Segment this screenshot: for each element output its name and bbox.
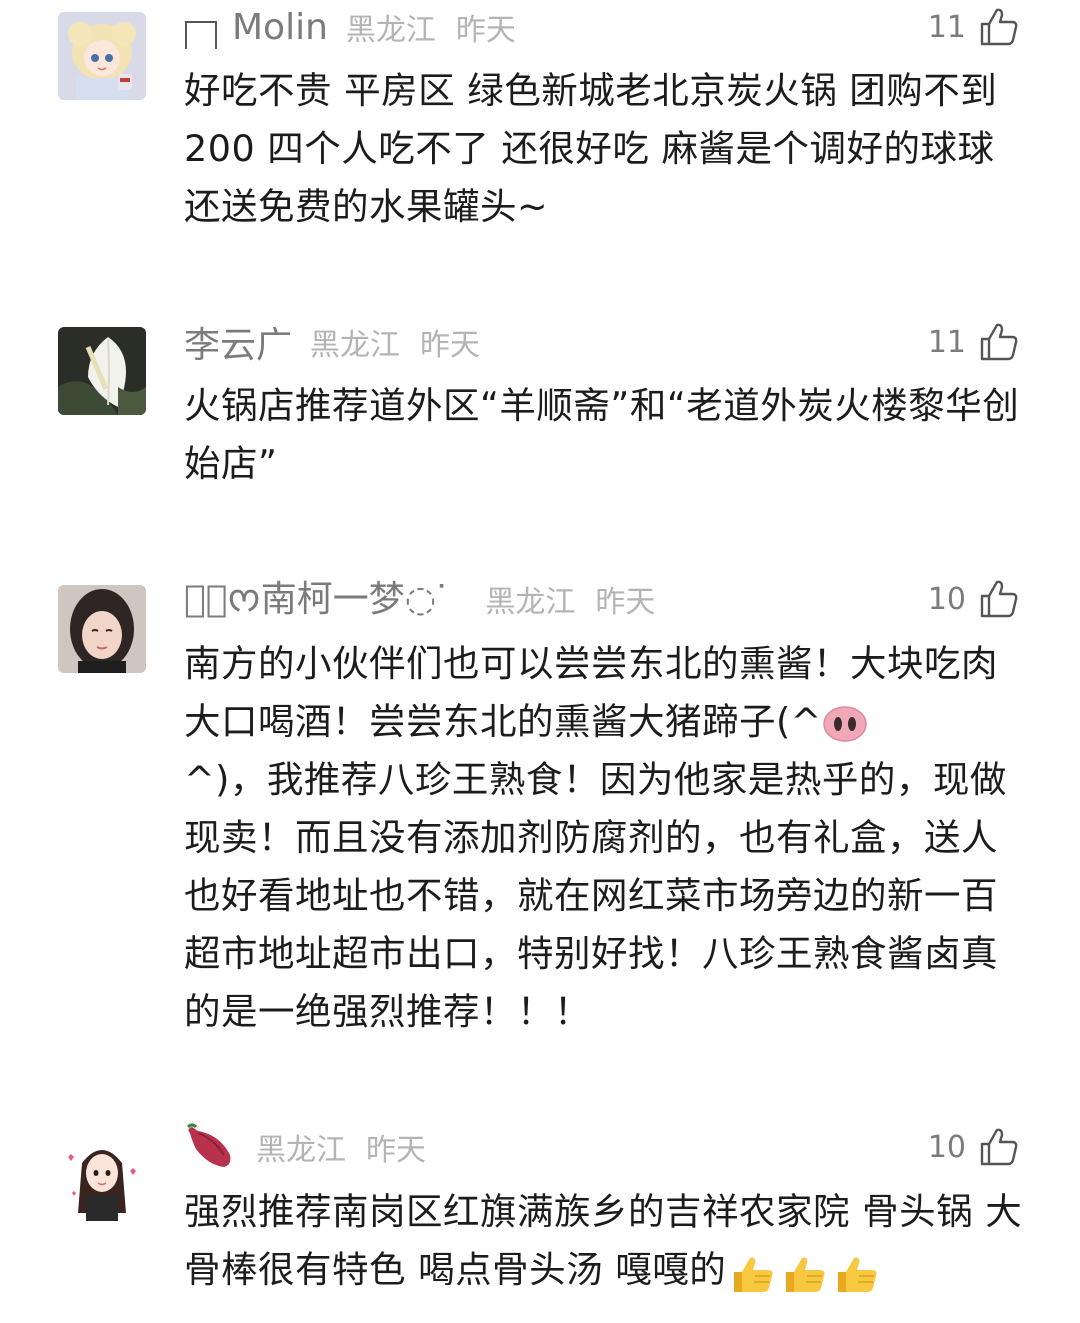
like-button[interactable]: 10 [928, 574, 1020, 624]
like-count: 11 [927, 324, 966, 360]
location-label: 黑龙江 [345, 13, 436, 48]
thumbs-up-icon[interactable] [978, 1126, 1020, 1168]
avatar[interactable] [58, 12, 146, 100]
corner-bracket-icon [184, 20, 218, 50]
timestamp: 昨天 [455, 13, 516, 48]
comment-text-part: ^)，我推荐八珍王熟食！因为他家是热乎的，现做现卖！而且没有添加剂防腐剂的，也有… [184, 758, 1007, 1033]
location-label: 黑龙江 [256, 1133, 346, 1168]
comment-text: 火锅店推荐道外区“羊顺斋”和“老道外炭火楼黎华创始店” [184, 384, 1020, 485]
avatar[interactable] [58, 327, 146, 415]
avatar-woman-photo-image [58, 585, 146, 673]
avatar-white-flower-image [58, 327, 146, 415]
username[interactable]: ঞ⃝ᰔ南柯一梦◌ᐝ [184, 570, 445, 628]
username[interactable]: 李云广 [184, 316, 292, 368]
like-button[interactable]: 11 [928, 317, 1020, 367]
comment-text: 强烈推荐南岗区红旗满族乡的吉祥农家院 骨头锅 大骨棒很有特色 喝点骨头汤 嘎嘎的 [184, 1183, 1024, 1299]
comment-header: Molin 黑龙江 昨天 11 [184, 2, 1020, 52]
like-button[interactable]: 10 [928, 1122, 1020, 1172]
comment-text-part: 南方的小伙伴们也可以尝尝东北的熏酱！大块吃肉大口喝酒！尝尝东北的熏酱大猪蹄子(^ [184, 642, 998, 743]
timestamp: 昨天 [595, 585, 656, 620]
avatar-cartoon-girl-image [58, 1133, 146, 1221]
thumbs-up-emoji-icon [778, 1252, 830, 1292]
pig-nose-emoji-icon [822, 704, 868, 744]
timestamp: 昨天 [366, 1133, 426, 1168]
username[interactable]: Molin [232, 7, 328, 48]
comment-header: ঞ⃝ᰔ南柯一梦◌ᐝ 黑龙江 昨天 10 [184, 574, 1020, 624]
comment-text: 南方的小伙伴们也可以尝尝东北的熏酱！大块吃肉大口喝酒！尝尝东北的熏酱大猪蹄子(^… [184, 635, 1024, 1041]
comment-header: 李云广 黑龙江 昨天 11 [184, 317, 1020, 367]
comment-text-part: 强烈推荐南岗区红旗满族乡的吉祥农家院 骨头锅 大骨棒很有特色 喝点骨头汤 嘎嘎的 [184, 1190, 1023, 1291]
thumbs-up-icon[interactable] [978, 578, 1020, 620]
like-count: 11 [927, 9, 966, 45]
thumbs-up-emoji-icon [830, 1252, 882, 1292]
thumbs-up-icon[interactable] [978, 6, 1020, 48]
like-count: 10 [927, 581, 966, 617]
comment-header: 黑龙江 昨天 10 [184, 1122, 1020, 1172]
location-label: 黑龙江 [310, 328, 401, 363]
thumbs-up-emoji-icon [726, 1252, 778, 1292]
avatar[interactable] [58, 1133, 146, 1221]
avatar[interactable] [58, 585, 146, 673]
timestamp: 昨天 [420, 328, 481, 363]
comment-text: 好吃不贵 平房区 绿色新城老北京炭火锅 团购不到200 四个人吃不了 还很好吃 … [184, 69, 998, 228]
like-button[interactable]: 11 [928, 2, 1020, 52]
thumbs-up-icon[interactable] [978, 321, 1020, 363]
sweet-potato-emoji-icon [184, 1123, 236, 1171]
location-label: 黑龙江 [485, 585, 576, 620]
like-count: 10 [927, 1129, 966, 1165]
avatar-anime-girl-image [58, 12, 146, 100]
